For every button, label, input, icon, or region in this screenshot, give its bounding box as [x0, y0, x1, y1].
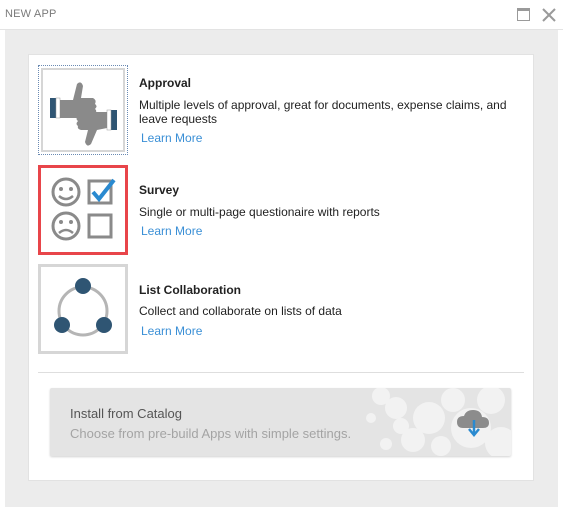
catalog-subtitle: Choose from pre-build Apps with simple s… — [70, 426, 352, 441]
collaboration-cycle-icon — [54, 278, 112, 337]
window-titlebar: NEW APP — [0, 0, 563, 30]
approval-app-tile[interactable] — [38, 65, 128, 155]
list-collaboration-title: List Collaboration — [139, 283, 241, 297]
close-button[interactable] — [540, 6, 558, 24]
smiley-icon — [51, 177, 81, 207]
approval-learn-more-link[interactable]: Learn More — [141, 131, 202, 145]
maximize-icon — [517, 8, 530, 21]
section-divider — [38, 372, 524, 373]
close-icon — [542, 8, 556, 22]
survey-learn-more-link[interactable]: Learn More — [141, 224, 202, 238]
checkbox-checked-icon — [87, 178, 116, 205]
cloud-download-icon — [457, 410, 489, 437]
approval-description: Multiple levels of approval, great for d… — [139, 98, 507, 126]
window-title: NEW APP — [5, 8, 57, 20]
thumbs-icon — [50, 82, 117, 146]
approval-title: Approval — [139, 76, 192, 90]
maximize-button[interactable] — [515, 6, 533, 24]
list-collaboration-learn-more-link[interactable]: Learn More — [141, 324, 202, 338]
survey-app-tile[interactable] — [38, 165, 128, 255]
list-collaboration-description: Collect and collaborate on lists of data — [139, 304, 342, 318]
sad-face-icon — [51, 211, 81, 241]
survey-title: Survey — [139, 183, 180, 197]
survey-icon — [51, 177, 116, 241]
checkbox-empty-icon — [87, 213, 113, 239]
list-collaboration-app-tile[interactable] — [38, 264, 128, 354]
survey-description: Single or multi-page questionaire with r… — [139, 205, 380, 219]
catalog-title: Install from Catalog — [70, 406, 182, 421]
install-from-catalog-button[interactable]: Install from Catalog Choose from pre-bui… — [50, 388, 511, 456]
